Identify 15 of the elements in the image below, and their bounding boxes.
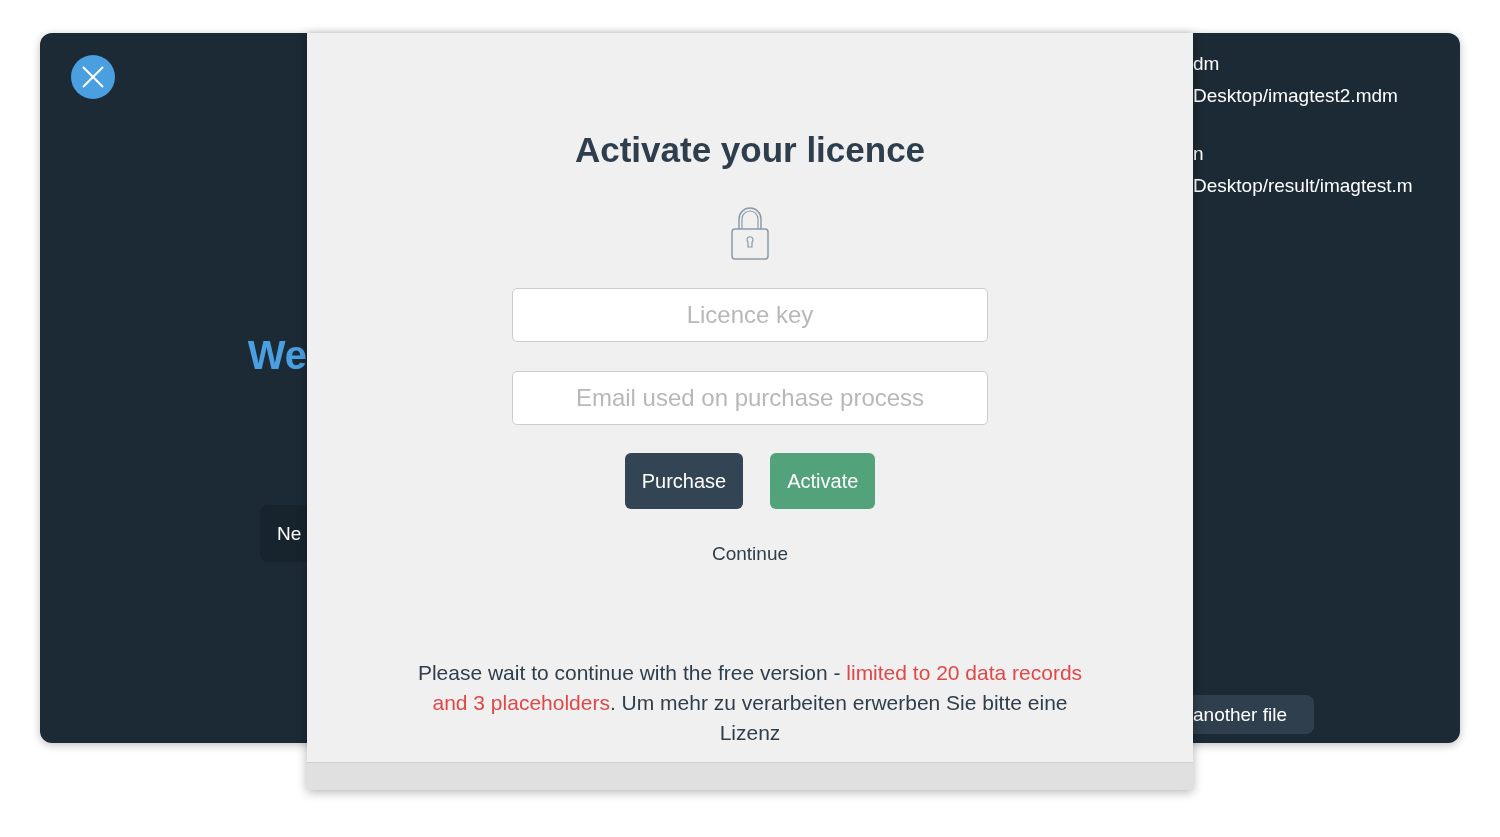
close-icon[interactable] [71, 55, 115, 99]
padlock-icon [730, 205, 770, 261]
input-field[interactable]: Email used on purchase process [512, 371, 988, 425]
file-path-text: dm [1193, 52, 1220, 76]
file-path-text: Desktop/imagtest2.mdm [1193, 84, 1398, 108]
dialog-title: Activate your licence [574, 129, 926, 171]
notice-text: Please wait to continue with the free version - limited to 20 data records and 3 placeholders. Um mehr zu verarbeiten erwerben Sie bitte eine Lizenz [416, 660, 1084, 746]
another-file-button[interactable]: another file [1193, 695, 1314, 734]
continue-link[interactable]: Continue [711, 543, 789, 565]
purchase-button[interactable]: Purchase [624, 453, 744, 509]
file-path-text: n [1193, 142, 1204, 166]
file-path-text: Desktop/result/imagtest.m [1193, 174, 1413, 198]
welcome-heading: We [247, 333, 307, 377]
input-field[interactable]: Licence key [512, 288, 988, 342]
new-button[interactable]: Ne [260, 505, 307, 562]
